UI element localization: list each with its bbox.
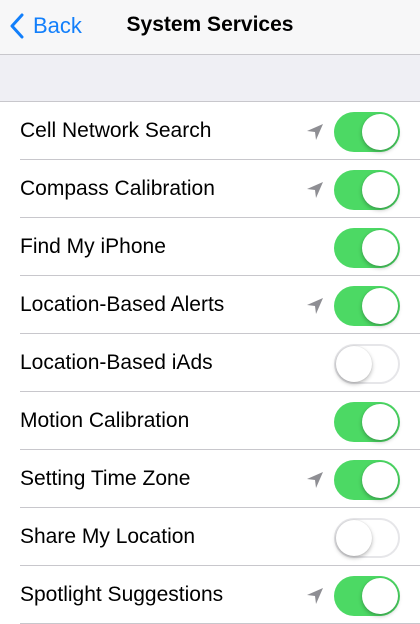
toggle-knob [362, 172, 398, 208]
section-spacer [0, 55, 420, 101]
location-arrow-icon [307, 124, 323, 140]
toggle-knob [362, 230, 398, 266]
service-toggle[interactable] [334, 228, 400, 268]
service-toggle[interactable] [334, 344, 400, 384]
service-row: Spotlight Suggestions [0, 566, 420, 624]
system-services-list: Cell Network Search Compass Calibration Fi… [0, 101, 420, 624]
service-toggle[interactable] [334, 112, 400, 152]
service-toggle[interactable] [334, 170, 400, 210]
service-label: Location-Based iAds [20, 351, 213, 374]
service-label: Setting Time Zone [20, 467, 191, 490]
toggle-knob [362, 578, 398, 614]
location-arrow-icon [307, 298, 323, 314]
navigation-bar: Back System Services [0, 0, 420, 55]
service-label: Location-Based Alerts [20, 293, 225, 316]
service-row: Compass Calibration [0, 160, 420, 218]
service-toggle[interactable] [334, 518, 400, 558]
service-toggle[interactable] [334, 460, 400, 500]
service-row: Cell Network Search [0, 102, 420, 160]
service-toggle[interactable] [334, 286, 400, 326]
service-label: Share My Location [20, 525, 196, 548]
service-toggle[interactable] [334, 576, 400, 616]
toggle-knob [336, 520, 372, 556]
service-label: Spotlight Suggestions [20, 583, 224, 606]
service-row: Find My iPhone [0, 218, 420, 276]
service-row: Location-Based iAds [0, 334, 420, 392]
location-arrow-icon [307, 472, 323, 488]
toggle-knob [362, 404, 398, 440]
location-arrow-icon [307, 588, 323, 604]
service-label: Compass Calibration [20, 177, 215, 200]
service-row: Location-Based Alerts [0, 276, 420, 334]
service-row: Setting Time Zone [0, 450, 420, 508]
service-row: Share My Location [0, 508, 420, 566]
location-arrow-icon [307, 182, 323, 198]
toggle-knob [362, 462, 398, 498]
toggle-knob [362, 288, 398, 324]
service-row: Motion Calibration [0, 392, 420, 450]
toggle-knob [336, 346, 372, 382]
service-label: Find My iPhone [20, 235, 166, 258]
toggle-knob [362, 114, 398, 150]
service-toggle[interactable] [334, 402, 400, 442]
page-title: System Services [126, 13, 294, 36]
service-label: Cell Network Search [20, 119, 212, 142]
service-label: Motion Calibration [20, 409, 190, 432]
